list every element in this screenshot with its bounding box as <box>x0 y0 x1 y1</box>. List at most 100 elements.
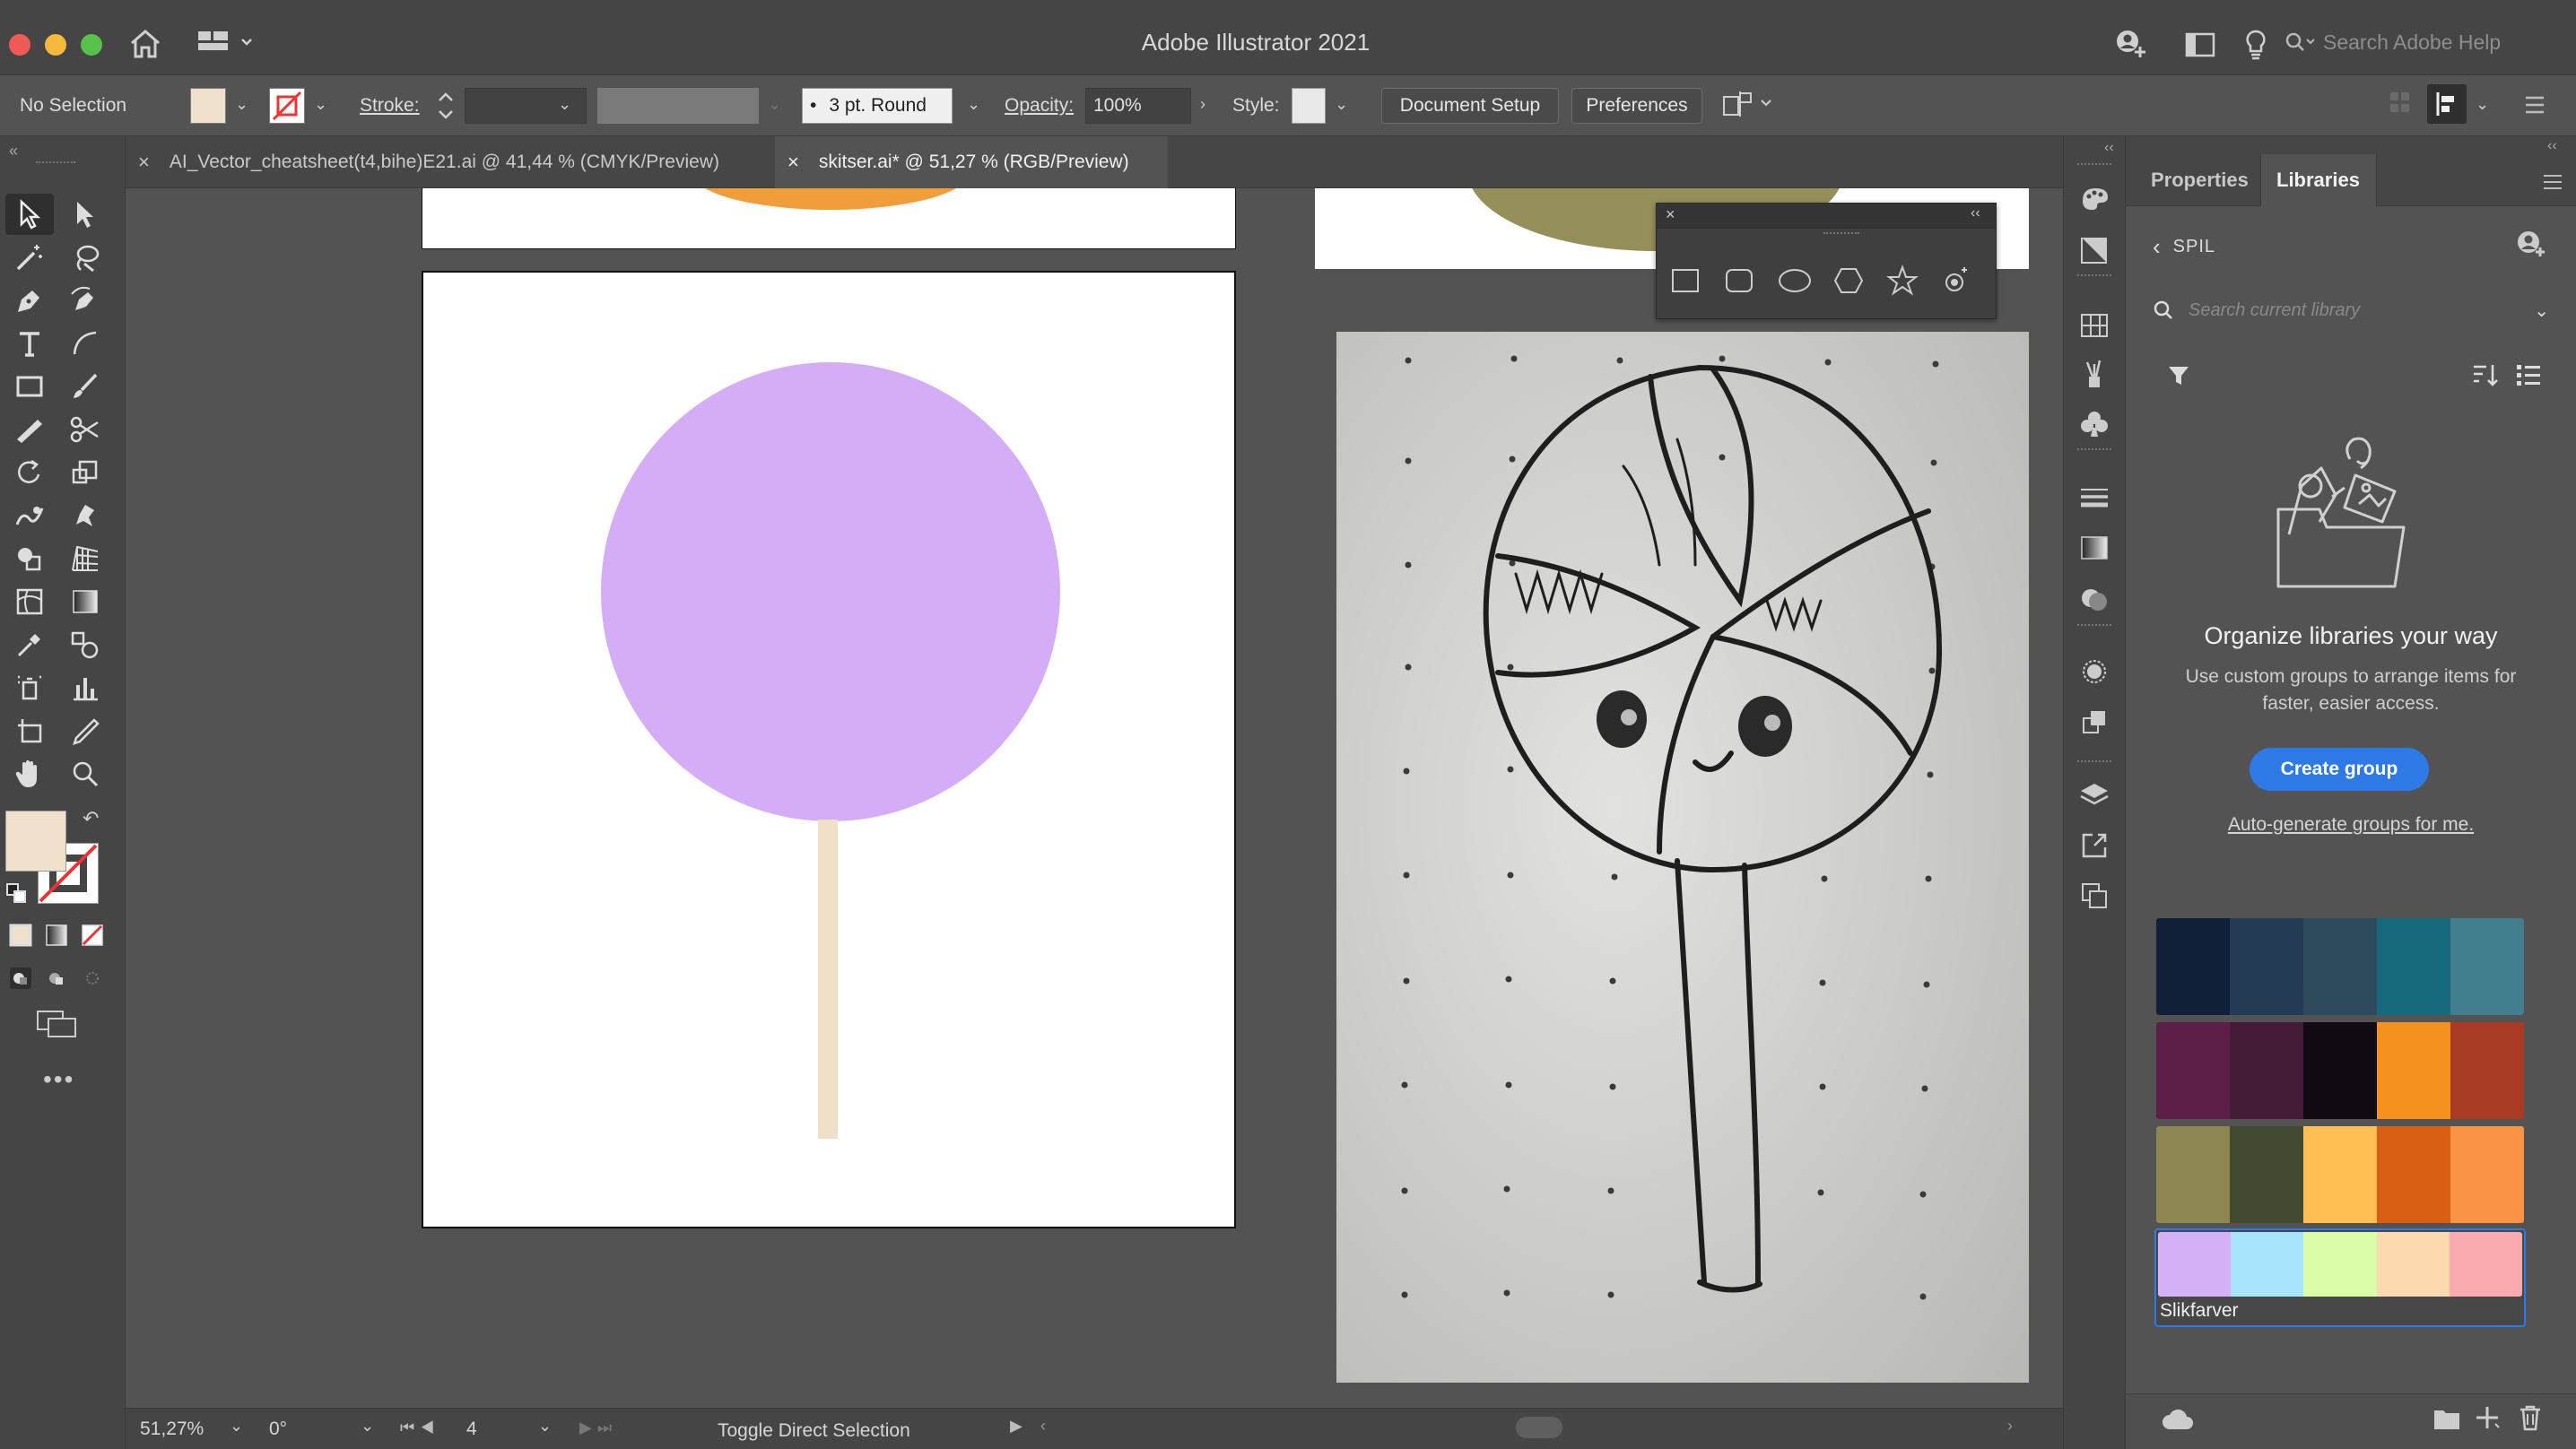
more-tools-icon[interactable]: ••• <box>43 1065 74 1094</box>
opacity-field[interactable]: 100% <box>1085 88 1191 124</box>
swatch[interactable] <box>2450 918 2524 1015</box>
direct-selection-tool-icon[interactable] <box>61 194 109 235</box>
fill-dropdown-chevron-icon[interactable]: ⌄ <box>235 95 248 114</box>
brushes-icon[interactable] <box>2079 359 2110 389</box>
stroke-label[interactable]: Stroke: <box>360 95 420 117</box>
swatch[interactable] <box>2450 1022 2524 1119</box>
appearance-icon[interactable] <box>2079 656 2110 687</box>
swatch[interactable] <box>2449 1232 2522 1297</box>
search-dropdown-chevron-icon[interactable]: ⌄ <box>2534 299 2549 322</box>
strip-grip[interactable] <box>2077 163 2111 168</box>
list-view-icon[interactable] <box>2515 362 2542 387</box>
add-element-icon[interactable] <box>2474 1404 2501 1431</box>
curvature-tool-icon[interactable] <box>61 280 109 321</box>
selection-tool-icon[interactable] <box>5 194 54 235</box>
scale-tool-icon[interactable] <box>61 452 109 493</box>
search-adobe-help[interactable]: Search Adobe Help <box>2285 23 2569 61</box>
flare-shape-icon[interactable] <box>1940 265 1972 297</box>
collapse-tools-icon[interactable]: « <box>9 142 18 161</box>
preferences-button[interactable]: Preferences <box>1571 88 1702 124</box>
stroke-weight-stepper-icon[interactable] <box>436 90 456 122</box>
zoom-chevron-icon[interactable]: ⌄ <box>230 1417 243 1436</box>
graphic-styles-icon[interactable] <box>2079 707 2110 737</box>
control-bar-menu-icon[interactable] <box>2524 95 2546 115</box>
strip-grip-3[interactable] <box>2077 448 2111 453</box>
stroke-weight-chevron-icon[interactable]: ⌄ <box>558 95 571 114</box>
document-setup-button[interactable]: Document Setup <box>1381 88 1559 124</box>
swatch[interactable] <box>2377 1126 2450 1223</box>
scroll-left-icon[interactable]: ‹ <box>1040 1417 1046 1436</box>
zoom-tool-icon[interactable] <box>61 753 109 794</box>
status-menu-arrow-icon[interactable]: ▶ <box>1010 1417 1023 1436</box>
tools-grip[interactable] <box>36 161 75 167</box>
swatch[interactable] <box>2230 918 2303 1015</box>
strip-grip-5[interactable] <box>2077 760 2111 765</box>
swatch[interactable] <box>2377 1022 2450 1119</box>
color-theme-slikfarver[interactable]: Slikfarver <box>2154 1228 2526 1327</box>
rectangle-shape-icon[interactable] <box>1669 265 1701 297</box>
brush-chevron-icon[interactable]: ⌄ <box>967 95 980 114</box>
shaper-tool-icon[interactable] <box>5 409 54 450</box>
type-tool-icon[interactable] <box>5 323 54 364</box>
puppet-warp-tool-icon[interactable] <box>61 495 109 536</box>
tab-close-icon[interactable]: × <box>788 151 799 174</box>
library-search[interactable]: Search current library ⌄ <box>2153 292 2549 328</box>
align-icon[interactable] <box>2427 84 2467 124</box>
artboards-icon[interactable] <box>2079 881 2110 911</box>
artboard-number[interactable]: 4 <box>466 1419 477 1440</box>
eyedropper-tool-icon[interactable] <box>5 624 54 665</box>
star-shape-icon[interactable] <box>1886 265 1919 297</box>
color-theme-3[interactable] <box>2156 1126 2524 1223</box>
rotation-value[interactable]: 0° <box>269 1419 287 1440</box>
first-previous-artboard-icon[interactable]: ⏮◀ <box>400 1419 439 1437</box>
home-icon[interactable] <box>129 29 161 59</box>
flag-icon[interactable] <box>1722 90 1776 120</box>
collapse-strip-icon[interactable]: ‹‹ <box>2104 140 2114 156</box>
swatch[interactable] <box>2303 1022 2377 1119</box>
swatch[interactable] <box>2158 1232 2232 1297</box>
maximize-window-button[interactable] <box>81 34 102 56</box>
artboard-lollipop[interactable] <box>422 271 1236 1228</box>
swatch[interactable] <box>2230 1126 2303 1223</box>
auto-generate-groups-link[interactable]: Auto-generate groups for me. <box>2135 814 2567 836</box>
minimize-window-button[interactable] <box>45 34 66 56</box>
floating-panel-collapse-icon[interactable]: ‹‹ <box>1971 205 1980 221</box>
variable-width-profile[interactable] <box>597 88 759 124</box>
swatch[interactable] <box>2303 1232 2377 1297</box>
swatch[interactable] <box>2231 1232 2304 1297</box>
slice-tool-icon[interactable] <box>61 710 109 751</box>
lollipop-head[interactable] <box>601 362 1060 821</box>
shape-builder-tool-icon[interactable] <box>5 538 54 579</box>
collapse-panel-icon[interactable]: ‹‹ <box>2547 138 2557 154</box>
stroke-dropdown-chevron-icon[interactable]: ⌄ <box>314 95 327 114</box>
trash-icon[interactable] <box>2519 1404 2542 1431</box>
strip-grip-2[interactable] <box>2077 274 2111 279</box>
cloud-sync-icon[interactable] <box>2162 1408 2194 1431</box>
symbol-sprayer-tool-icon[interactable] <box>5 667 54 708</box>
rotation-chevron-icon[interactable]: ⌄ <box>361 1417 374 1436</box>
pen-tool-icon[interactable] <box>5 280 54 321</box>
magic-wand-tool-icon[interactable] <box>5 237 54 278</box>
scissors-tool-icon[interactable] <box>61 409 109 450</box>
swatch[interactable] <box>2230 1022 2303 1119</box>
close-window-button[interactable] <box>9 34 30 56</box>
floating-panel-grip[interactable] <box>1823 232 1859 237</box>
strip-grip-4[interactable] <box>2077 624 2111 629</box>
rounded-rectangle-shape-icon[interactable] <box>1723 265 1755 297</box>
artboard-previous[interactable] <box>422 188 1236 249</box>
symbols-icon[interactable] <box>2079 409 2110 439</box>
swatch[interactable] <box>2303 1126 2377 1223</box>
grid-view-icon[interactable] <box>2389 91 2411 117</box>
tab-properties[interactable]: Properties <box>2151 169 2249 192</box>
draw-behind-icon[interactable] <box>45 967 68 990</box>
opacity-arrow-icon[interactable]: › <box>1200 95 1205 114</box>
warp-tool-icon[interactable] <box>5 495 54 536</box>
share-user-icon[interactable] <box>2113 29 2149 59</box>
color-theme-2[interactable] <box>2156 1022 2524 1119</box>
stroke-panel-icon[interactable] <box>2079 482 2110 513</box>
brush-definition[interactable]: • 3 pt. Round <box>802 88 953 124</box>
swatch[interactable] <box>2377 918 2450 1015</box>
back-chevron-icon[interactable]: ‹ <box>2153 233 2161 261</box>
panel-menu-icon[interactable] <box>2542 174 2563 190</box>
gradient-mode-icon[interactable] <box>45 924 68 947</box>
